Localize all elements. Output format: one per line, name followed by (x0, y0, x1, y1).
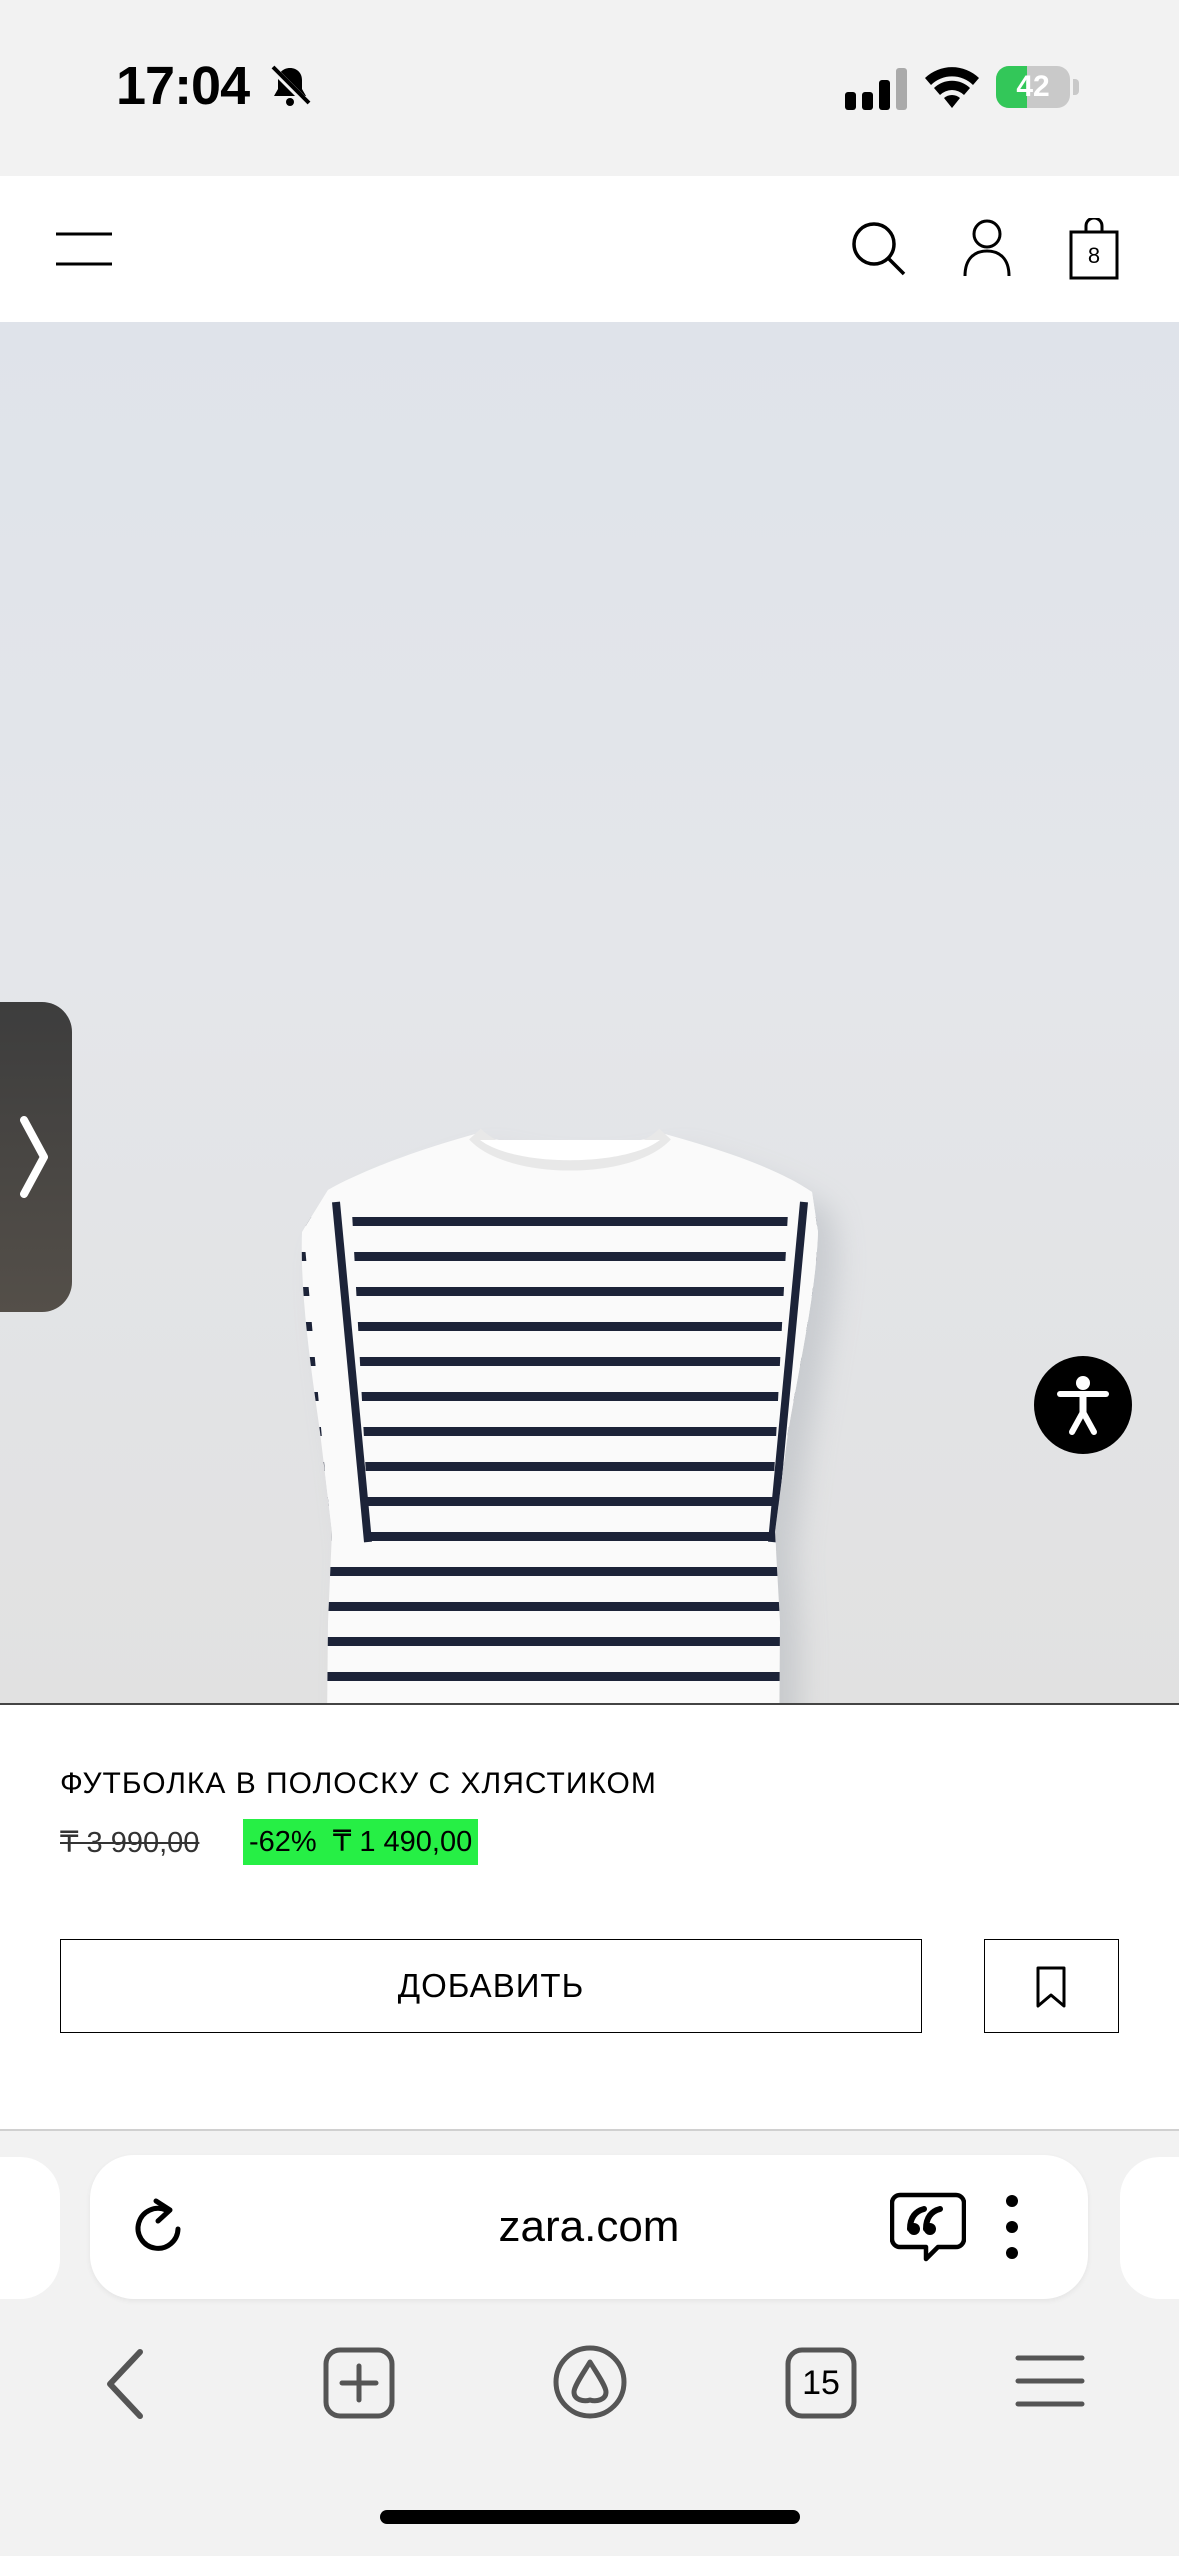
tabs-count: 15 (802, 2364, 840, 2402)
bookmark-button[interactable] (984, 1939, 1119, 2033)
new-tab-icon[interactable] (322, 2346, 396, 2420)
next-tab-card[interactable] (1120, 2157, 1179, 2299)
chevron-right-icon (20, 1116, 48, 1198)
more-vertical-icon[interactable] (1002, 2193, 1022, 2261)
side-panel-toggle[interactable] (0, 1002, 72, 1312)
product-image[interactable] (0, 322, 1179, 1942)
quote-icon[interactable] (890, 2191, 966, 2263)
reload-icon[interactable] (130, 2197, 190, 2259)
bell-slash-icon (269, 65, 311, 107)
site-header: 8 (0, 176, 1179, 322)
product-name: ФУТБОЛКА В ПОЛОСКУ С ХЛЯСТИКОМ (60, 1767, 657, 1800)
alice-icon[interactable] (552, 2344, 628, 2420)
accessibility-icon (1057, 1376, 1109, 1435)
address-bar[interactable]: zara.com (90, 2155, 1088, 2299)
back-icon[interactable] (100, 2346, 150, 2422)
previous-tab-card[interactable] (0, 2157, 60, 2299)
menu-icon[interactable] (56, 226, 112, 272)
add-to-cart-button[interactable]: ДОБАВИТЬ (60, 1939, 922, 2033)
bookmark-icon (1036, 1966, 1066, 2008)
accessibility-button[interactable] (1034, 1356, 1132, 1454)
hamburger-icon[interactable] (1014, 2352, 1086, 2410)
product-info: ФУТБОЛКА В ПОЛОСКУ С ХЛЯСТИКОМ ₸ 3 990,0… (0, 1705, 1179, 2130)
bag-count: 8 (1087, 243, 1101, 268)
wifi-icon (925, 67, 979, 108)
account-icon[interactable] (962, 218, 1012, 278)
cellular-signal-icon (845, 68, 907, 110)
battery-level: 42 (1016, 70, 1050, 103)
home-indicator (380, 2510, 800, 2524)
discount-percent: -62% (249, 1826, 317, 1858)
old-price: ₸ 3 990,00 (60, 1827, 200, 1859)
sale-price-badge: -62% ₸ 1 490,00 (243, 1819, 479, 1865)
battery-charging-icon: 42 (996, 66, 1080, 108)
search-icon[interactable] (850, 220, 906, 276)
status-time: 17:04 (116, 56, 250, 116)
sale-price: ₸ 1 490,00 (332, 1826, 473, 1858)
status-bar: 17:04 42 (0, 0, 1179, 176)
